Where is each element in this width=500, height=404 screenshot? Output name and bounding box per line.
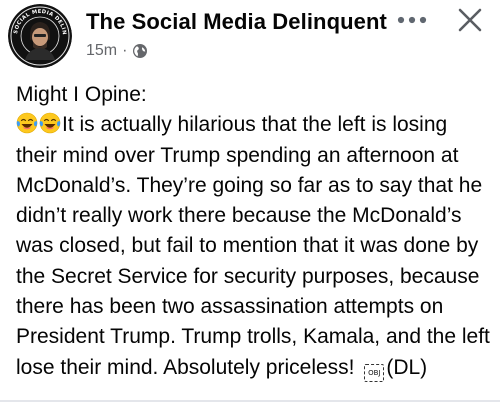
face-with-tears-of-joy-icon: [16, 112, 38, 134]
bottom-divider: [0, 400, 500, 402]
avatar[interactable]: SOCIAL MEDIA DELINQUENT: [8, 4, 72, 68]
close-icon: [458, 8, 482, 32]
more-dots-icon: [397, 16, 427, 24]
post-header: SOCIAL MEDIA DELINQUENT The Social Media…: [0, 0, 500, 70]
face-with-tears-of-joy-icon: [39, 112, 61, 134]
object-replacement-glyph: OBJ: [364, 363, 385, 382]
author-name[interactable]: The Social Media Delinquent: [86, 9, 387, 35]
avatar-logo: SOCIAL MEDIA DELINQUENT: [8, 4, 72, 68]
post-body-paragraph: It is actually hilarious that the left i…: [16, 110, 492, 383]
meta-separator: ·: [122, 42, 128, 59]
post-text: Might I Opine: It is actually hilarious …: [16, 80, 492, 383]
globe-icon[interactable]: [132, 43, 148, 59]
post-card: SOCIAL MEDIA DELINQUENT The Social Media…: [0, 0, 500, 404]
more-options-button[interactable]: [394, 6, 430, 34]
close-button[interactable]: [452, 4, 488, 36]
post-meta: 15m ·: [86, 40, 148, 62]
post-timestamp[interactable]: 15m: [86, 42, 117, 60]
post-heading: Might I Opine:: [16, 83, 147, 106]
post-signature: (DL): [386, 355, 428, 379]
post-body-text: It is actually hilarious that the left i…: [16, 113, 490, 379]
